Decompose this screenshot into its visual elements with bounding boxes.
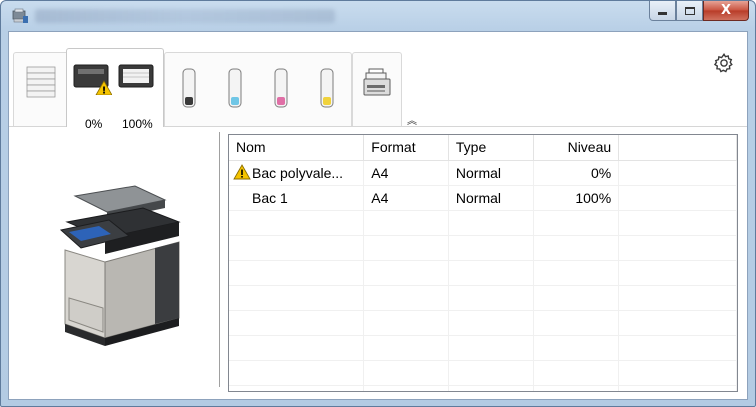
status-monitor-window: X ! 0% 100% ︽ Nom Format Type Niveau Bac… <box>0 0 756 407</box>
close-icon: X <box>720 3 732 18</box>
row-type: Normal <box>448 185 534 211</box>
row-name-cell: Bac polyvale... <box>229 160 365 186</box>
maximize-button[interactable] <box>676 1 703 21</box>
row-level: 100% <box>533 185 620 211</box>
empty-row <box>229 310 737 336</box>
table-row[interactable]: Bac polyvale... A4 Normal 0% <box>229 160 737 186</box>
pages-stack-icon <box>26 66 56 98</box>
row-type: Normal <box>448 160 534 186</box>
empty-row <box>229 360 737 386</box>
empty-row <box>229 285 737 311</box>
tab-pages[interactable] <box>13 52 69 126</box>
row-format: A4 <box>363 185 449 211</box>
empty-row <box>229 335 737 361</box>
column-header-format[interactable]: Format <box>363 135 449 161</box>
tab-toner[interactable] <box>164 52 352 126</box>
row-name: Bac 1 <box>252 189 288 206</box>
printer-image <box>59 185 181 346</box>
printer-image-pane <box>9 128 219 399</box>
tray-1-icon <box>118 64 154 88</box>
row-name: Bac polyvale... <box>252 165 344 181</box>
maximize-icon <box>684 6 695 15</box>
title-bar[interactable]: X <box>1 1 755 31</box>
toner-cartridges <box>182 68 334 108</box>
column-header-nom[interactable]: Nom <box>229 135 365 161</box>
scanner-device-icon <box>363 68 391 96</box>
empty-row <box>229 260 737 286</box>
window-title <box>35 9 335 23</box>
empty-row <box>229 235 737 261</box>
tab-trays[interactable]: ! 0% 100% <box>66 48 164 131</box>
empty-row <box>229 210 737 236</box>
gear-icon[interactable] <box>713 52 735 74</box>
printer-app-icon <box>12 8 28 23</box>
toner-magenta-icon <box>274 68 288 108</box>
column-header-empty <box>618 135 737 161</box>
table-header-row: Nom Format Type Niveau <box>229 135 737 161</box>
toner-black-icon <box>182 68 196 108</box>
warning-icon <box>233 164 251 180</box>
table-row[interactable]: Bac 1 A4 Normal 100% <box>229 185 737 211</box>
close-button[interactable]: X <box>703 1 749 21</box>
column-header-type[interactable]: Type <box>448 135 534 161</box>
toner-cyan-icon <box>228 68 242 108</box>
column-header-niveau[interactable]: Niveau <box>533 135 620 161</box>
svg-text:!: ! <box>102 86 107 96</box>
collapse-chevron-icon[interactable]: ︽ <box>407 112 417 127</box>
tab-device[interactable] <box>352 52 402 126</box>
toner-yellow-icon <box>320 68 334 108</box>
client-area: ! 0% 100% ︽ Nom Format Type Niveau Bac p… <box>8 31 748 400</box>
tab-strip: ! 0% 100% ︽ <box>9 32 747 131</box>
pane-separator[interactable] <box>219 132 220 387</box>
empty-row <box>229 385 737 391</box>
row-level: 0% <box>533 160 620 186</box>
multipurpose-tray-icon: ! <box>73 64 112 96</box>
tray-table: Nom Format Type Niveau Bac polyvale... A… <box>228 134 738 392</box>
minimize-button[interactable] <box>649 1 676 21</box>
row-name-cell: Bac 1 <box>229 185 365 211</box>
minimize-icon <box>658 12 667 15</box>
row-format: A4 <box>363 160 449 186</box>
